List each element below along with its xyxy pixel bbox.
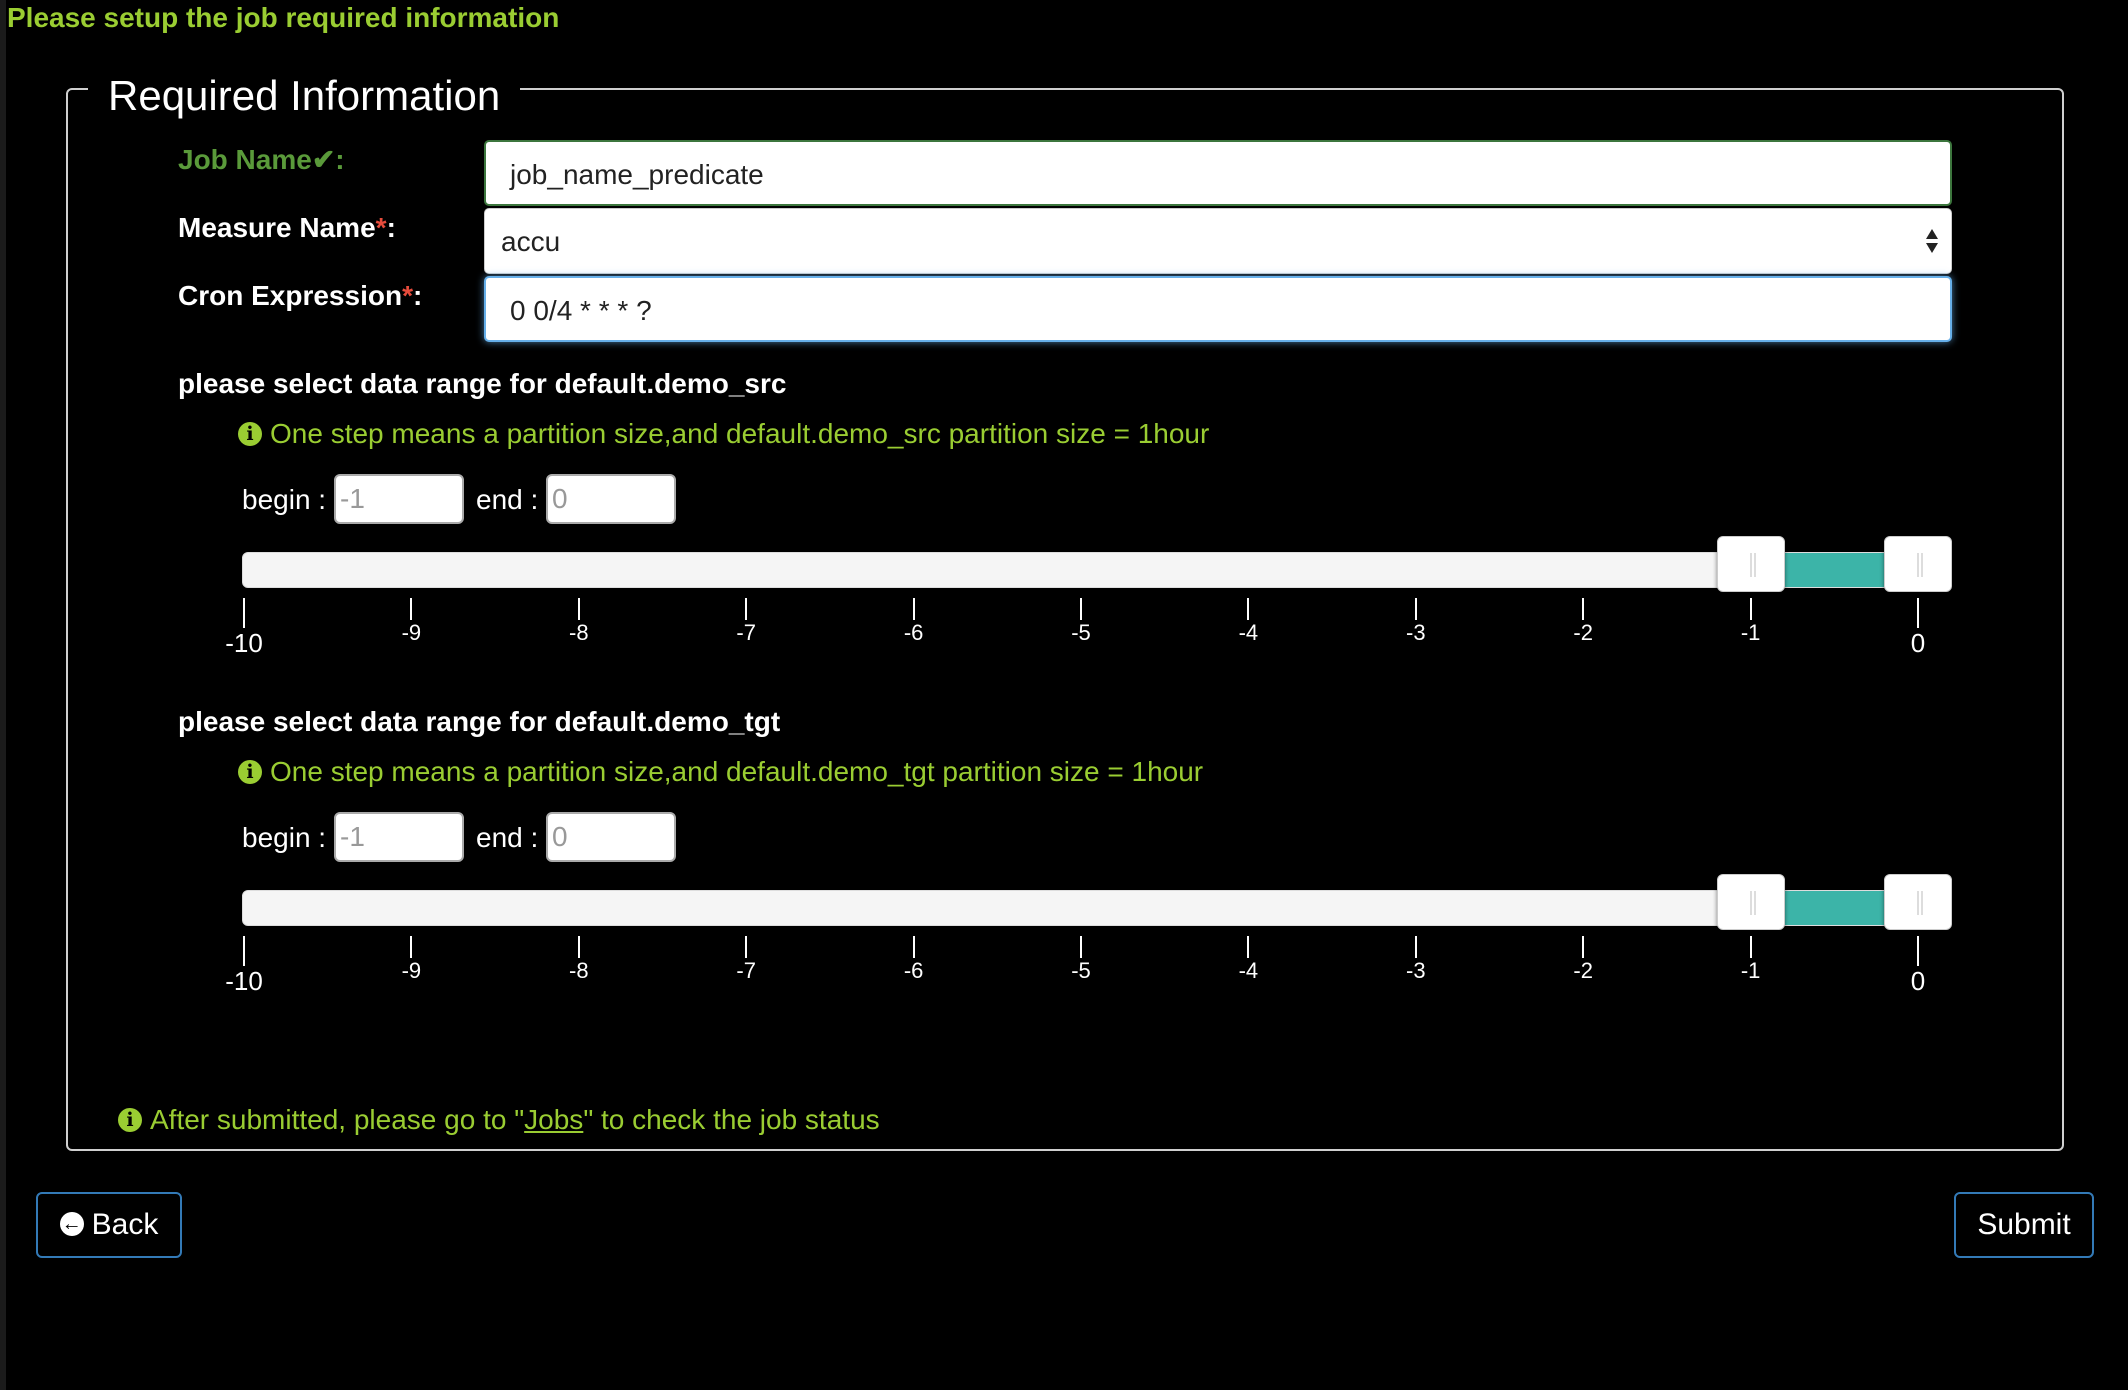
- slider-tick-label: -10: [225, 966, 263, 996]
- cron-expression-input[interactable]: 0 0/4 * * * ?: [484, 276, 1952, 342]
- slider-tick: [410, 598, 413, 620]
- footer-info-before: After submitted, please go to ": [150, 1104, 525, 1135]
- measure-name-label-suffix: :: [386, 212, 396, 243]
- submit-button[interactable]: Submit: [1954, 1192, 2094, 1258]
- info-circle-icon: i: [118, 1107, 142, 1132]
- slider-tick: [577, 936, 580, 958]
- slider-tick: [1247, 936, 1250, 958]
- fieldset-legend: Required Information: [88, 66, 521, 126]
- end-input-tgt[interactable]: 0: [546, 812, 676, 862]
- range-info-tgt-text: One step means a partition size,and defa…: [270, 756, 1204, 787]
- slider-tick-label: -7: [736, 958, 756, 983]
- slider-track[interactable]: [242, 890, 1950, 926]
- slider-tick-label: -3: [1406, 620, 1426, 645]
- slider-tick: [745, 936, 748, 958]
- slider-tick: [1749, 598, 1752, 620]
- slider-tick-label: -1: [1740, 620, 1761, 645]
- slider-tick-label: -5: [1071, 958, 1091, 983]
- back-button-label: Back: [91, 1208, 159, 1241]
- page: Please setup the job required informatio…: [0, 0, 2128, 1390]
- footer-info-after: " to check the job status: [583, 1104, 880, 1135]
- slider-tick-label: -10: [225, 628, 263, 658]
- slider-tick: [1582, 598, 1585, 620]
- slider-tick-label: -6: [903, 958, 924, 983]
- arrow-circle-left-icon: ←: [59, 1212, 84, 1237]
- slider-tick-label: -9: [401, 958, 422, 983]
- slider-tick-label: -3: [1406, 958, 1426, 983]
- back-button[interactable]: ← Back: [36, 1192, 182, 1258]
- sort-arrows-icon: [1926, 229, 1938, 253]
- slider-tick-label: 0: [1910, 628, 1926, 658]
- range-title-tgt: please select data range for default.dem…: [178, 706, 781, 737]
- footer-info: i After submitted, please go to "Jobs" to…: [118, 1103, 880, 1137]
- slider-tick: [745, 598, 748, 620]
- slider-tick: [243, 598, 245, 628]
- measure-name-selected: accu: [501, 226, 561, 257]
- slider-tick: [1749, 936, 1752, 958]
- slider-tick-label: -8: [569, 958, 589, 983]
- slider-tick-label: -8: [569, 620, 589, 645]
- slider-tick-label: -2: [1573, 620, 1593, 645]
- slider-handle-low[interactable]: [1716, 536, 1785, 592]
- check-icon: ✔: [311, 144, 336, 175]
- info-circle-icon: i: [238, 421, 262, 446]
- cron-label-suffix: :: [412, 280, 423, 311]
- slider-tick-label: -6: [903, 620, 924, 645]
- slider-tick: [1247, 598, 1250, 620]
- slider-tick: [1414, 936, 1417, 958]
- slider-tick-label: -2: [1573, 958, 1593, 983]
- range-title-src: please select data range for default.dem…: [178, 368, 787, 399]
- slider-tick-label: -1: [1740, 958, 1761, 983]
- slider-tick-label: 0: [1910, 966, 1926, 996]
- measure-name-label: Measure Name*:: [178, 211, 396, 245]
- slider-tick: [912, 936, 915, 958]
- slider-handle-high[interactable]: [1884, 536, 1952, 592]
- slider-tick-label: -4: [1238, 958, 1259, 983]
- slider-tick: [577, 598, 580, 620]
- slider-tick-label: -9: [401, 620, 422, 645]
- job-name-label-text: Job Name: [178, 144, 312, 175]
- job-name-input[interactable]: job_name_predicate: [484, 140, 1952, 206]
- range-info-tgt: i One step means a partition size,and def…: [238, 755, 1203, 789]
- slider-tick: [1582, 936, 1585, 958]
- slider-tick: [1414, 598, 1417, 620]
- job-name-label: Job Name✔:: [178, 143, 345, 177]
- slider-tick-label: -5: [1071, 620, 1091, 645]
- begin-label-tgt: begin :: [242, 822, 327, 853]
- required-mark: *: [375, 212, 387, 243]
- slider-tick: [410, 936, 413, 958]
- slider-handle-high[interactable]: [1884, 874, 1952, 930]
- slider-tick: [1080, 936, 1082, 958]
- range-info-src-text: One step means a partition size,and defa…: [270, 418, 1210, 449]
- left-border: [0, 0, 6, 1390]
- slider-tick-label: -4: [1238, 620, 1259, 645]
- slider-tick: [1917, 598, 1919, 628]
- end-label-src: end :: [476, 484, 539, 515]
- begin-input-tgt[interactable]: -1: [334, 812, 464, 862]
- slider-tick-label: -7: [736, 620, 756, 645]
- measure-name-select[interactable]: accu: [484, 208, 1952, 274]
- range-info-src: i One step means a partition size,and def…: [238, 417, 1209, 451]
- slider-tick: [1080, 598, 1082, 620]
- measure-name-label-text: Measure Name: [178, 212, 376, 243]
- slider-track[interactable]: [242, 552, 1950, 588]
- info-circle-icon: i: [238, 759, 262, 784]
- range-slider-src[interactable]: -10 -9 -8 -7 -6 -5 -4 -3 -2 -1 0: [225, 536, 1952, 656]
- slider-tick: [912, 598, 915, 620]
- slider-handle-low[interactable]: [1716, 874, 1785, 930]
- slider-tick: [1917, 936, 1919, 966]
- begin-input-src[interactable]: -1: [334, 474, 464, 524]
- cron-label-text: Cron Expression: [178, 280, 403, 311]
- range-slider-tgt[interactable]: -10 -9 -8 -7 -6 -5 -4 -3 -2 -1 0: [225, 874, 1952, 994]
- required-mark: *: [402, 280, 413, 311]
- job-name-label-suffix: :: [335, 144, 345, 175]
- slider-tick: [243, 936, 245, 966]
- page-heading: Please setup the job required informatio…: [7, 2, 560, 33]
- end-input-src[interactable]: 0: [546, 474, 676, 524]
- jobs-link[interactable]: Jobs: [524, 1104, 583, 1135]
- begin-label-src: begin :: [242, 484, 327, 515]
- cron-expression-label: Cron Expression*:: [178, 279, 422, 313]
- end-label-tgt: end :: [476, 822, 539, 853]
